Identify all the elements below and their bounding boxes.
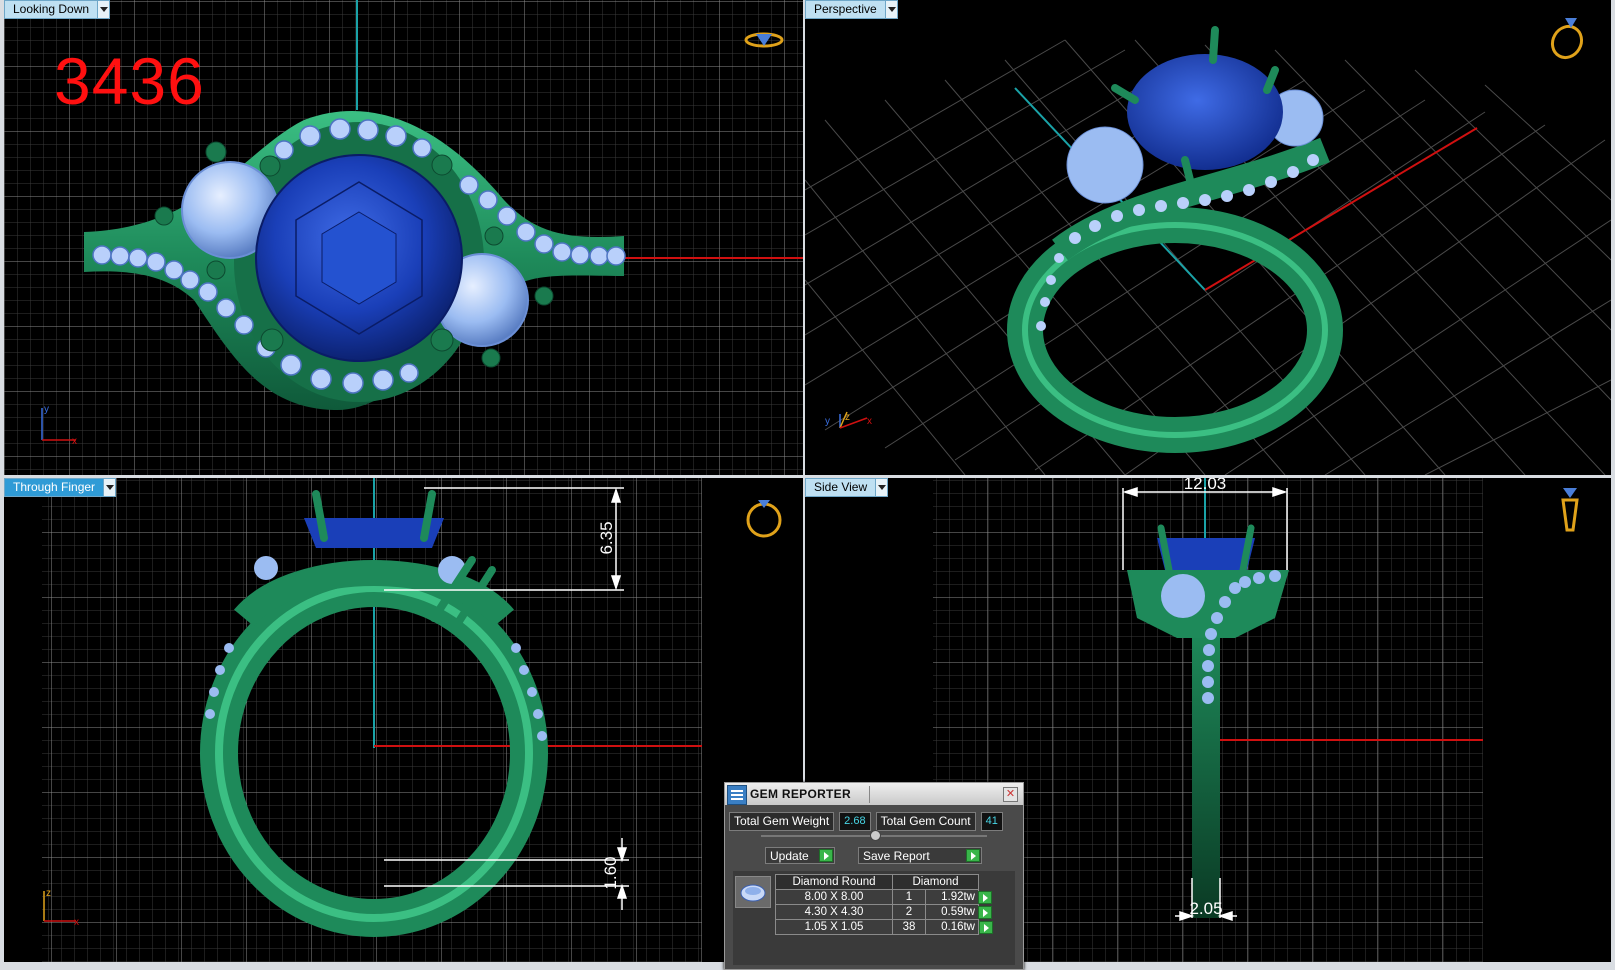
- total-gem-weight-label: Total Gem Weight: [729, 812, 835, 831]
- svg-text:x: x: [867, 416, 872, 427]
- svg-text:x: x: [72, 436, 77, 447]
- view-orientation-icon: [1550, 18, 1584, 60]
- svg-text:z: z: [46, 888, 51, 899]
- table-row[interactable]: 1.05 X 1.05 38 0.16tw: [775, 919, 994, 935]
- panel-slider-knob[interactable]: [870, 830, 881, 841]
- play-icon[interactable]: [978, 905, 992, 919]
- perspective-scene: y z x: [805, 18, 1611, 475]
- gem-table: Diamond Round Diamond 8.00 X 8.00 1 1.92…: [775, 874, 994, 935]
- dimension-label-shank: 2.05: [1189, 899, 1222, 918]
- gem-table-area: Diamond Round Diamond 8.00 X 8.00 1 1.92…: [733, 871, 1015, 965]
- table-header-row: Diamond Round Diamond: [775, 874, 994, 890]
- svg-text:z: z: [845, 412, 850, 423]
- table-row[interactable]: 8.00 X 8.00 1 1.92tw: [775, 889, 994, 905]
- total-gem-count-value: 41: [980, 812, 1003, 831]
- chevron-down-icon[interactable]: [103, 479, 116, 496]
- table-row[interactable]: 4.30 X 4.30 2 0.59tw: [775, 904, 994, 920]
- column-header-stone: Diamond: [892, 874, 979, 890]
- chevron-down-icon[interactable]: [875, 479, 888, 496]
- tab-side-view[interactable]: Side View: [805, 478, 889, 497]
- chevron-down-icon[interactable]: [97, 1, 110, 18]
- dimension-label-height: 6.35: [597, 521, 616, 554]
- play-icon[interactable]: [978, 890, 992, 904]
- svg-text:y: y: [825, 416, 830, 427]
- through-finger-scene: 6.35 1.60 z x: [42, 478, 782, 962]
- play-icon: [966, 849, 980, 862]
- gem-reporter-panel: GEM REPORTER ✕ Total Gem Weight 2.68 Tot…: [724, 782, 1024, 970]
- divider: [869, 786, 870, 803]
- viewport-looking-down[interactable]: y x 3436 Looking Down: [4, 0, 803, 475]
- update-button[interactable]: Update: [765, 847, 835, 864]
- gem-reporter-title: GEM REPORTER: [750, 787, 851, 801]
- dimension-label-bottom: 1.60: [601, 856, 620, 889]
- tab-looking-down[interactable]: Looking Down: [4, 0, 111, 19]
- tab-perspective[interactable]: Perspective: [805, 0, 898, 19]
- tab-through-finger[interactable]: Through Finger: [4, 478, 117, 497]
- play-icon[interactable]: [978, 920, 993, 934]
- ring-perspective: [1007, 26, 1343, 453]
- model-number: 3436: [54, 44, 205, 118]
- diamond-round-icon: [735, 876, 771, 908]
- viewport-perspective[interactable]: y z x Perspective: [805, 0, 1611, 475]
- play-icon: [819, 849, 833, 862]
- save-report-button[interactable]: Save Report: [858, 847, 982, 864]
- total-gem-weight-value: 2.68: [839, 812, 871, 831]
- svg-text:x: x: [74, 917, 79, 928]
- column-header-shape: Diamond Round: [775, 874, 893, 890]
- report-icon: [727, 784, 747, 805]
- chevron-down-icon[interactable]: [884, 1, 897, 18]
- dimension-label-top: 12.03: [1184, 478, 1227, 493]
- gem-reporter-titlebar[interactable]: GEM REPORTER ✕: [725, 783, 1023, 805]
- total-gem-count-label: Total Gem Count: [875, 812, 976, 831]
- viewport-through-finger[interactable]: 6.35 1.60 z x Through Finger: [4, 478, 803, 962]
- svg-text:y: y: [44, 404, 49, 415]
- close-icon[interactable]: ✕: [1003, 787, 1018, 802]
- view-orientation-icon: [1561, 488, 1579, 532]
- view-orientation-icon: [746, 500, 782, 538]
